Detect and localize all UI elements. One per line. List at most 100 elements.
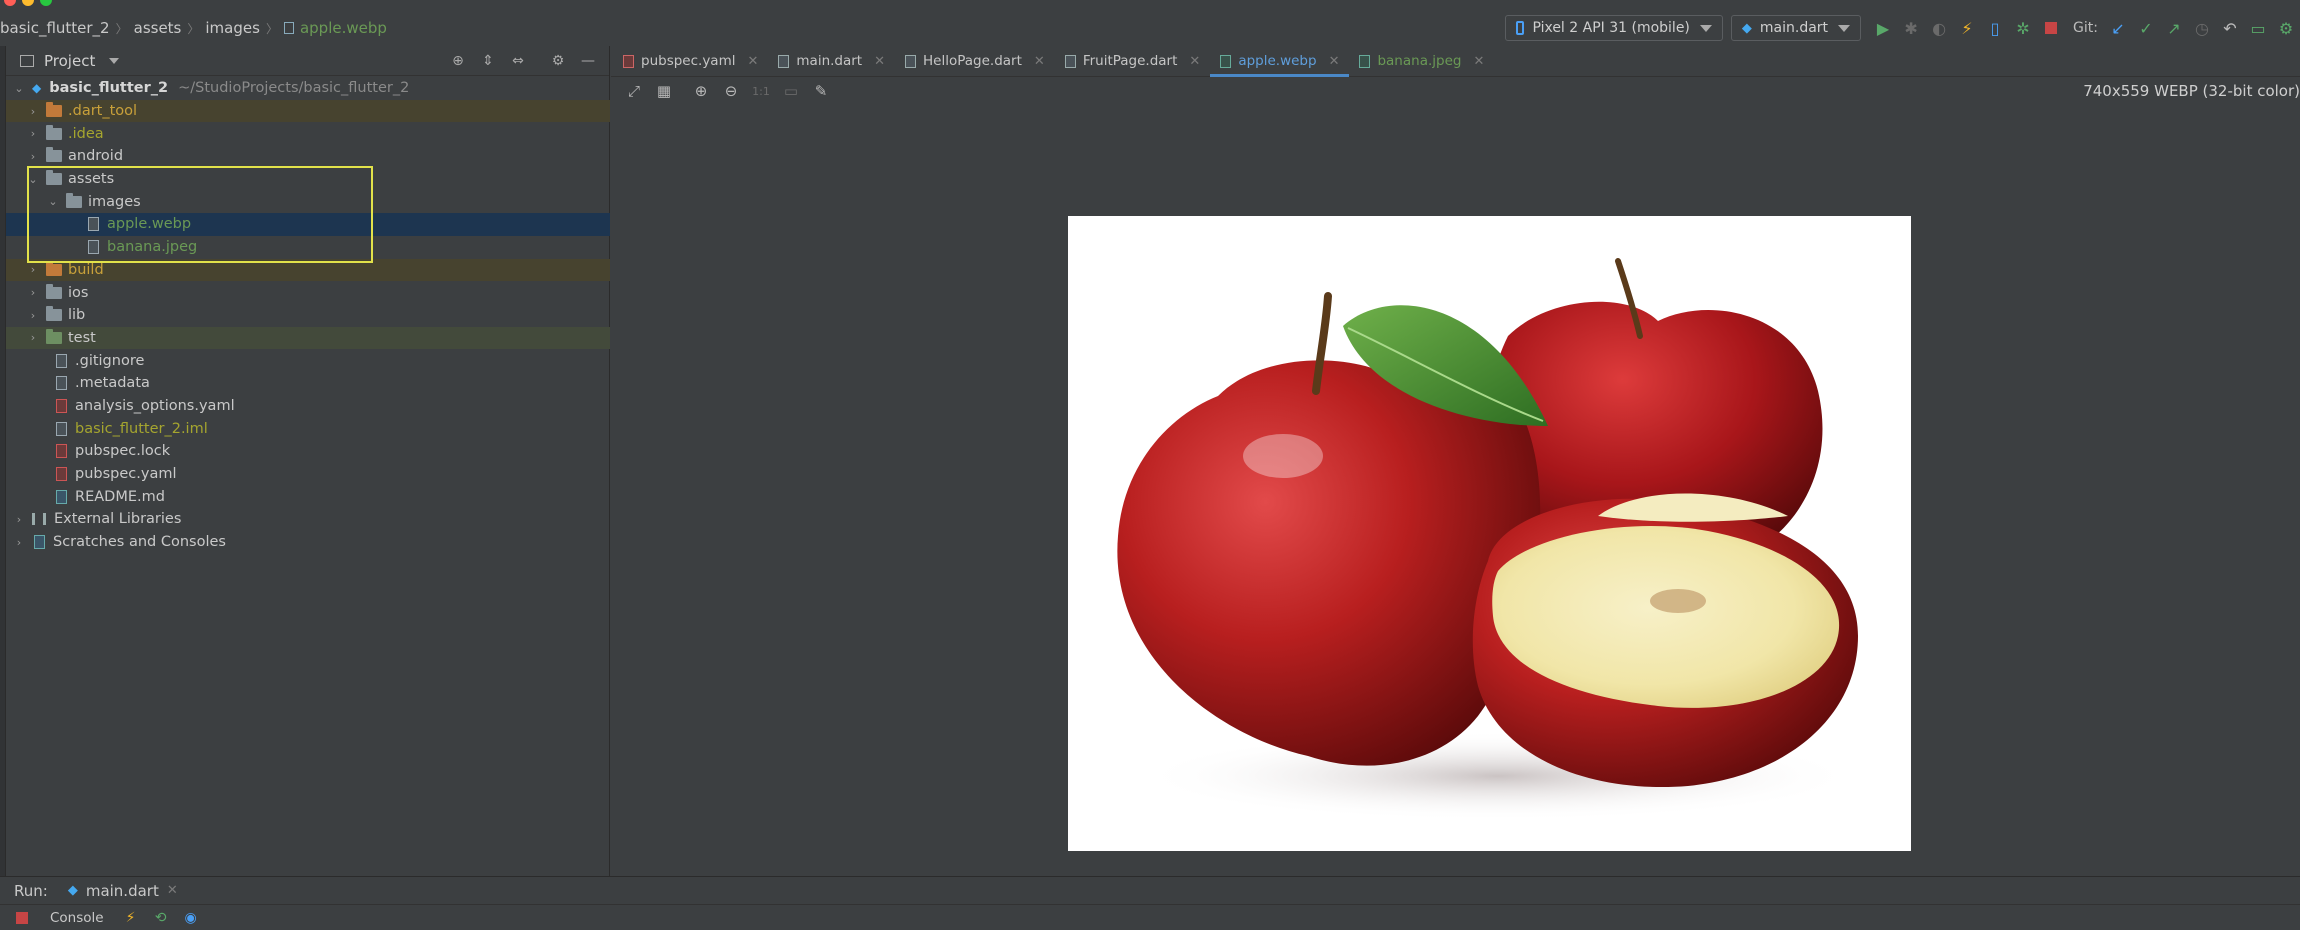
close-icon[interactable]: ✕ <box>747 54 758 69</box>
tree-item-banana-jpeg[interactable]: banana.jpeg <box>6 236 610 259</box>
zoom-out-icon[interactable]: ⊖ <box>721 81 741 101</box>
chevron-down-icon[interactable]: ⌄ <box>26 173 40 186</box>
tab-hellopage-dart[interactable]: HelloPage.dart ✕ <box>895 46 1055 76</box>
tab-fruitpage-dart[interactable]: FruitPage.dart ✕ <box>1055 46 1211 76</box>
tree-item-apple-webp[interactable]: apple.webp <box>6 213 610 236</box>
grid-icon[interactable]: ▦ <box>654 81 674 101</box>
chevron-right-icon[interactable]: › <box>26 331 40 344</box>
project-view-icon <box>20 54 34 67</box>
tab-apple-webp[interactable]: apple.webp ✕ <box>1210 46 1350 77</box>
git-rollback-icon[interactable]: ↶ <box>2219 17 2241 39</box>
run-icon[interactable]: ▶ <box>1872 17 1894 39</box>
tree-item-assets[interactable]: ⌄ assets <box>6 168 610 191</box>
device-label: Pixel 2 API 31 (mobile) <box>1532 20 1690 36</box>
breadcrumb-assets[interactable]: assets <box>134 19 182 37</box>
chevron-right-icon[interactable]: › <box>26 309 40 322</box>
tree-item-analysis-options[interactable]: analysis_options.yaml <box>6 395 610 418</box>
hide-panel-icon[interactable]: — <box>579 52 597 70</box>
git-push-icon[interactable]: ↗ <box>2163 17 2185 39</box>
locate-file-icon[interactable]: ⊕ <box>449 52 467 70</box>
tree-item-label: test <box>68 329 96 346</box>
close-icon[interactable]: ✕ <box>1034 54 1045 69</box>
tree-item-android[interactable]: › android <box>6 145 610 168</box>
run-configuration-selector[interactable]: ◆ main.dart <box>1730 15 1862 41</box>
close-icon[interactable]: ✕ <box>1473 54 1484 69</box>
tree-item-idea[interactable]: › .idea <box>6 122 610 145</box>
sdk-manager-icon[interactable]: ⚙ <box>2275 17 2297 39</box>
tree-item-ios[interactable]: › ios <box>6 281 610 304</box>
device-file-icon[interactable]: ▯ <box>1984 17 2006 39</box>
phone-icon <box>1516 21 1525 35</box>
chevron-right-icon[interactable]: › <box>26 150 40 163</box>
breadcrumb-project[interactable]: basic_flutter_2 <box>0 19 110 37</box>
debug-icon[interactable]: ✱ <box>1900 17 1922 39</box>
chevron-down-icon[interactable] <box>109 57 120 64</box>
console-tab[interactable]: Console <box>50 910 104 926</box>
tab-banana-jpeg[interactable]: banana.jpeg ✕ <box>1349 46 1494 76</box>
expand-all-icon[interactable]: ⇕ <box>479 52 497 70</box>
dart-file-icon <box>778 54 790 68</box>
tab-label: FruitPage.dart <box>1082 53 1178 69</box>
close-icon[interactable]: ✕ <box>874 54 885 69</box>
gear-icon[interactable]: ⚙ <box>549 52 567 70</box>
project-panel-header: Project ⊕ ⇕ ⇔ ⚙ — <box>6 46 609 76</box>
chevron-right-icon[interactable]: › <box>26 105 40 118</box>
tree-item-build[interactable]: › build <box>6 258 610 282</box>
tab-pubspec-yaml[interactable]: pubspec.yaml ✕ <box>611 46 768 76</box>
markdown-file-icon <box>56 489 67 504</box>
stop-icon[interactable] <box>16 911 28 924</box>
breadcrumb-images[interactable]: images <box>205 19 260 37</box>
stop-icon[interactable] <box>2040 17 2062 39</box>
git-update-icon[interactable]: ↙ <box>2107 17 2129 39</box>
tree-item-external-libraries[interactable]: › External Libraries <box>6 508 610 531</box>
tree-item-lib[interactable]: › lib <box>6 304 610 327</box>
tree-item-images[interactable]: ⌄ images <box>6 190 610 213</box>
chevron-right-icon[interactable]: › <box>12 536 26 549</box>
actual-size-icon[interactable]: 1:1 <box>751 81 771 101</box>
tree-item-pubspec-lock[interactable]: pubspec.lock <box>6 440 610 463</box>
tab-main-dart[interactable]: main.dart ✕ <box>768 46 895 76</box>
devtools-icon[interactable]: ◉ <box>182 909 200 927</box>
close-icon[interactable]: ✕ <box>167 883 178 898</box>
tree-item-test[interactable]: › test <box>6 326 610 350</box>
tree-item-gitignore[interactable]: .gitignore <box>6 349 610 372</box>
chevron-right-icon[interactable]: › <box>26 286 40 299</box>
chevron-down-icon[interactable]: ⌄ <box>46 195 60 208</box>
tree-item-readme[interactable]: README.md <box>6 485 610 508</box>
zoom-window-dot[interactable] <box>40 0 52 6</box>
tree-item-root[interactable]: ⌄ ◆ basic_flutter_2 ~/StudioProjects/bas… <box>6 77 610 100</box>
git-commit-icon[interactable]: ✓ <box>2135 17 2157 39</box>
breadcrumb-file[interactable]: apple.webp <box>283 19 387 37</box>
fit-zoom-icon[interactable]: ▭ <box>781 81 801 101</box>
breadcrumb-separator-icon: 〉 <box>187 21 200 36</box>
main-toolbar: Pixel 2 API 31 (mobile) ◆ main.dart ▶ ✱ … <box>1505 10 2300 46</box>
close-icon[interactable]: ✕ <box>1329 54 1340 69</box>
tree-item-scratches[interactable]: › Scratches and Consoles <box>6 531 610 554</box>
device-selector[interactable]: Pixel 2 API 31 (mobile) <box>1505 15 1723 41</box>
collapse-all-icon[interactable]: ⇔ <box>509 52 527 70</box>
tree-item-dart-tool[interactable]: › .dart_tool <box>6 99 610 123</box>
flutter-icon: ◆ <box>67 883 78 898</box>
zoom-in-icon[interactable]: ⊕ <box>691 81 711 101</box>
run-tab-main-dart[interactable]: ◆ main.dart ✕ <box>68 882 178 900</box>
hot-reload-icon[interactable]: ⚡ <box>1956 17 1978 39</box>
git-history-icon[interactable]: ◷ <box>2191 17 2213 39</box>
tree-item-pubspec-yaml[interactable]: pubspec.yaml <box>6 463 610 486</box>
close-window-dot[interactable] <box>4 0 16 6</box>
project-panel-title[interactable]: Project <box>44 52 95 70</box>
device-manager-icon[interactable]: ▭ <box>2247 17 2269 39</box>
chevron-right-icon[interactable]: › <box>12 513 26 526</box>
attach-debugger-icon[interactable]: ✲ <box>2012 17 2034 39</box>
tree-item-metadata[interactable]: .metadata <box>6 372 610 395</box>
chevron-right-icon[interactable]: › <box>26 127 40 140</box>
color-picker-icon[interactable]: ✎ <box>811 81 831 101</box>
fit-to-screen-icon[interactable]: ⤢ <box>624 81 644 101</box>
chevron-right-icon[interactable]: › <box>26 263 40 276</box>
hot-reload-icon[interactable]: ⚡ <box>122 909 140 927</box>
tree-item-iml[interactable]: basic_flutter_2.iml <box>6 417 610 440</box>
chevron-down-icon[interactable]: ⌄ <box>12 82 26 95</box>
hot-restart-icon[interactable]: ⟲ <box>152 909 170 927</box>
minimize-window-dot[interactable] <box>22 0 34 6</box>
profile-icon[interactable]: ◐ <box>1928 17 1950 39</box>
close-icon[interactable]: ✕ <box>1189 54 1200 69</box>
